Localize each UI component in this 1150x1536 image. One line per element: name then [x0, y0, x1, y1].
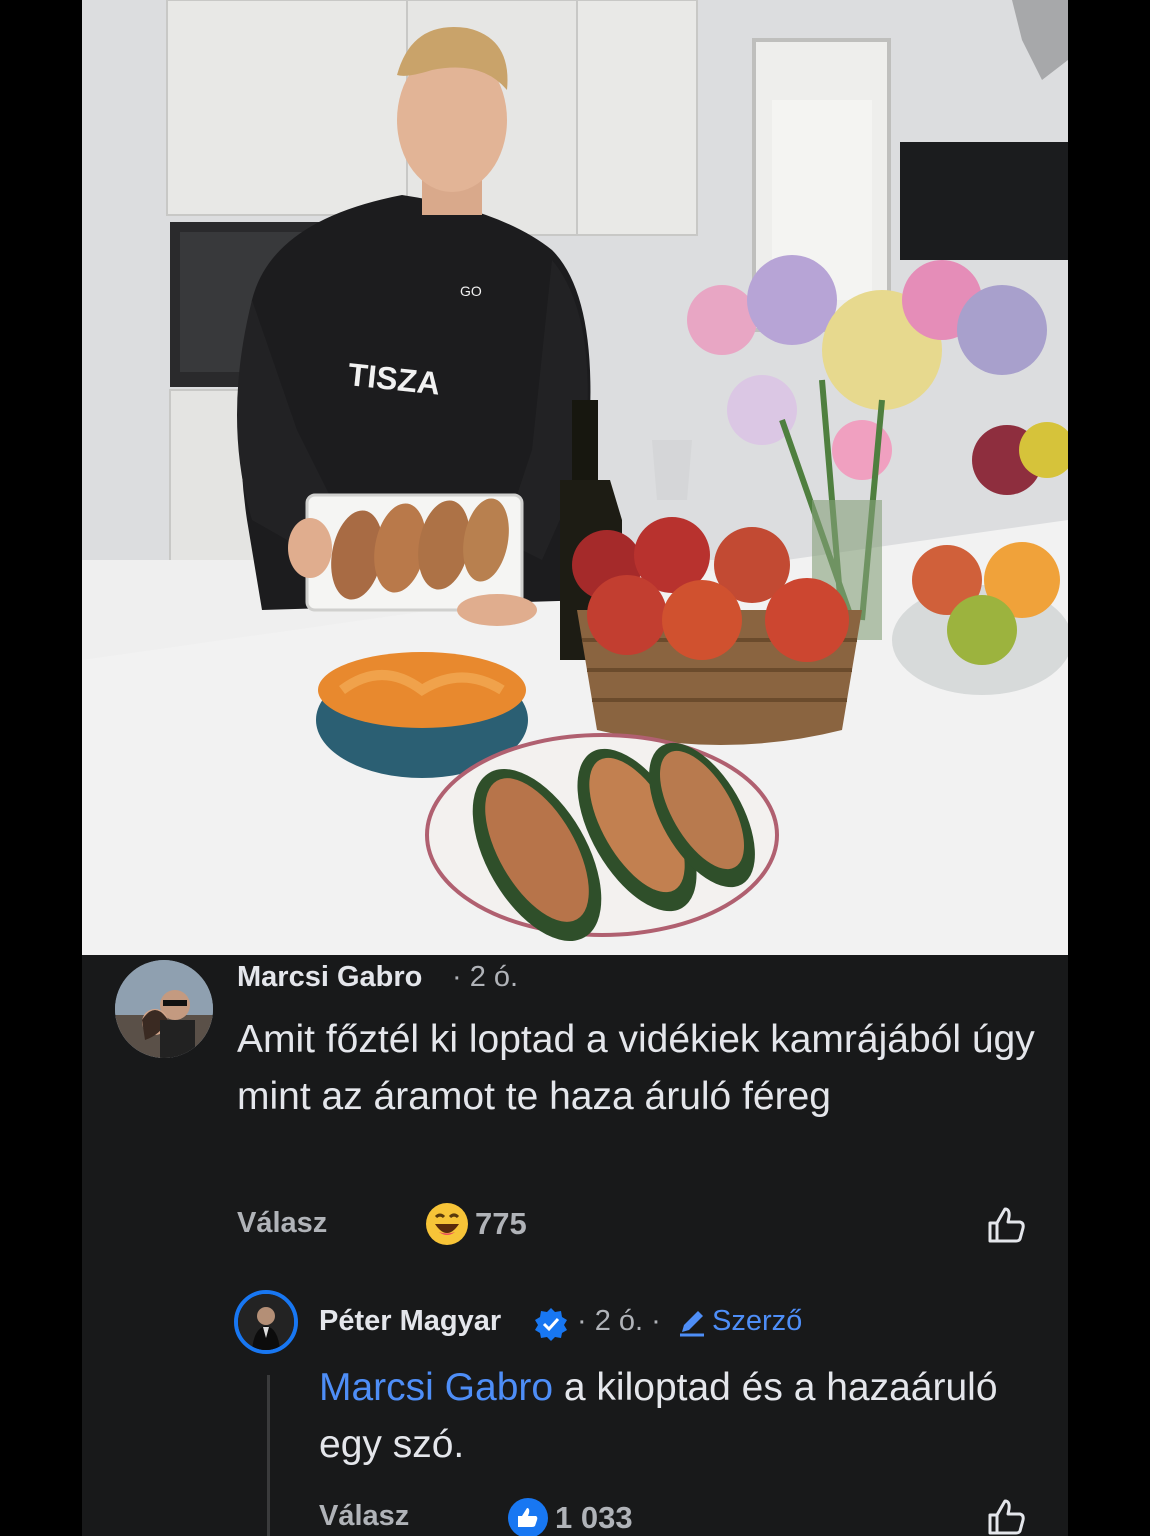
post-photo[interactable]: TISZA GO [82, 0, 1068, 955]
reply-reply-button[interactable]: Válasz [319, 1500, 409, 1533]
reply-thread-line [267, 1375, 270, 1536]
like-reaction-icon [508, 1498, 548, 1536]
reply-author-name[interactable]: Péter Magyar [319, 1305, 501, 1338]
reply-author-avatar[interactable] [234, 1290, 298, 1354]
comment-reply-button[interactable]: Válasz [237, 1207, 327, 1240]
comment-timestamp[interactable]: · 2 ó. [452, 961, 518, 994]
verified-badge-icon [535, 1308, 567, 1341]
author-badge-label: Szerző [712, 1305, 803, 1337]
svg-text:GO: GO [460, 283, 482, 299]
reply-mention[interactable]: Marcsi Gabro [319, 1366, 553, 1409]
comment-reaction-count: 775 [475, 1206, 527, 1241]
haha-emoji-icon [426, 1203, 468, 1245]
pencil-icon [680, 1310, 704, 1336]
commenter-avatar[interactable] [115, 960, 213, 1058]
reply-reaction-summary[interactable]: 1 033 [507, 1497, 633, 1536]
reply-like-icon[interactable] [984, 1495, 1028, 1536]
comment-reaction-summary[interactable]: 775 [425, 1202, 527, 1246]
reply-text: Marcsi Gabro a kiloptad és a hazaáruló e… [319, 1359, 1059, 1473]
right-black-border [1068, 0, 1150, 1536]
author-badge: Szerző [676, 1305, 802, 1338]
left-black-border [0, 0, 82, 1536]
commenter-name[interactable]: Marcsi Gabro [237, 961, 422, 994]
comments-section: Marcsi Gabro · 2 ó. Amit főztél ki lopta… [82, 955, 1068, 1536]
comment-like-icon[interactable] [984, 1203, 1028, 1247]
comment-text: Amit főztél ki loptad a vidékiek kamrájá… [237, 1018, 1035, 1118]
reply-timestamp[interactable]: · 2 ó. · [577, 1305, 661, 1338]
reply-reaction-count: 1 033 [555, 1500, 633, 1535]
